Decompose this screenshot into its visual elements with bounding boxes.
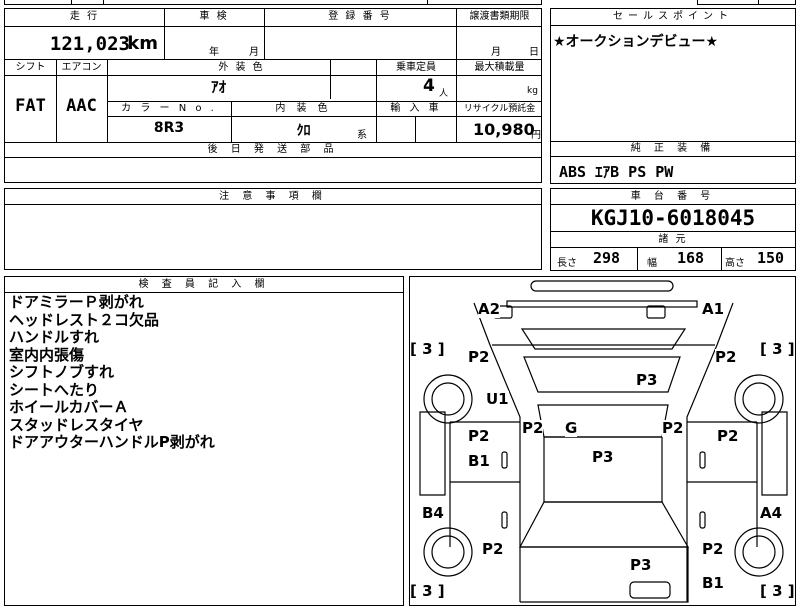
vehicle-diagram: A2 A1 [ 3 ] [ 3 ] P2 P2 P3 U1 P2 G P2 P2 B1 P3 P2 B4 A4 P… bbox=[409, 276, 796, 606]
recycle-label: リサイクル預託金 bbox=[463, 104, 536, 114]
inspection-month-unit: 月 bbox=[249, 47, 259, 58]
sales-point-box: セールスポイント ★オークションデビュー★ bbox=[550, 8, 796, 142]
deadline-day-unit: 日 bbox=[529, 47, 539, 58]
shift-value: FAT bbox=[15, 96, 46, 116]
mileage-unit: km bbox=[127, 33, 158, 54]
capacity-label: 乗車定員 bbox=[396, 62, 436, 73]
damage-mark-p3-rear: P3 bbox=[630, 556, 652, 574]
genuine-equipment-label: 純 正 装 備 bbox=[551, 142, 795, 157]
row-vehicle-info: シフト エアコン 外 装 色 乗車定員 最大積載量 FAT AAC ｱｵ 4 人… bbox=[4, 59, 542, 143]
damage-mark-b4-sill-left: B4 bbox=[422, 504, 444, 522]
damage-mark-a2-front-left: A2 bbox=[478, 300, 501, 318]
top-strip-right bbox=[697, 0, 796, 5]
damage-mark-tire-fr: [ 3 ] bbox=[760, 340, 795, 358]
max-load-label: 最大積載量 bbox=[474, 62, 525, 73]
damage-mark-p2-rear-left: P2 bbox=[482, 540, 504, 558]
inspection-year-unit: 年 bbox=[209, 47, 219, 58]
recycle-fee-value: 10,980 bbox=[473, 120, 535, 139]
damage-mark-a1-front-right: A1 bbox=[702, 300, 725, 318]
inspector-note-line: スタッドレスタイヤ bbox=[9, 415, 144, 434]
genuine-equipment-value: ABS ｴｱB PS PW bbox=[559, 163, 674, 181]
aircon-label: エアコン bbox=[61, 62, 102, 73]
inspector-label: 検 査 員 記 入 欄 bbox=[5, 277, 403, 293]
damage-mark-b1-door-left: B1 bbox=[468, 452, 490, 470]
chassis-label: 車 台 番 号 bbox=[551, 189, 795, 205]
damage-mark-p3-roof: P3 bbox=[592, 448, 614, 466]
inspector-note-line: ホイールカバーＡ bbox=[9, 398, 129, 416]
registration-label: 登 録 番 号 bbox=[328, 11, 392, 22]
inspection-label: 車 検 bbox=[199, 11, 229, 22]
mileage-value: 121,023 bbox=[49, 33, 130, 55]
damage-mark-tire-rr: [ 3 ] bbox=[760, 582, 795, 600]
inspector-box: 検 査 員 記 入 欄 ドアミラーＰ剥がれ ヘッドレスト２コ欠品 ハンドルすれ 室内内… bbox=[4, 276, 404, 606]
damage-mark-b1-rear-right: B1 bbox=[702, 574, 724, 592]
length-value: 298 bbox=[593, 249, 621, 267]
inspector-note-line: ヘッドレスト２コ欠品 bbox=[9, 310, 160, 329]
top-strip: ■ ■ ■ bbox=[4, 0, 542, 5]
damage-mark-tire-fl: [ 3 ] bbox=[410, 340, 445, 358]
sales-point-label: セールスポイント bbox=[551, 9, 795, 26]
damage-mark-u1-left: U1 bbox=[486, 390, 509, 408]
inspector-note-line: シートへたり bbox=[9, 380, 100, 399]
capacity-value: 4 bbox=[423, 76, 435, 96]
genuine-equipment-box: 純 正 装 備 ABS ｴｱB PS PW bbox=[550, 141, 796, 184]
damage-mark-g-windshield: G bbox=[565, 419, 578, 437]
damage-mark-p2-rear-right: P2 bbox=[702, 540, 724, 558]
color-no-label: カ ラ ー N o . bbox=[121, 103, 217, 114]
load-unit: kg bbox=[527, 86, 538, 96]
damage-mark-p2-door-right: P2 bbox=[717, 427, 739, 445]
color-no-value: 8R3 bbox=[153, 120, 185, 136]
aircon-value: AAC bbox=[66, 96, 97, 116]
transfer-deadline-label: 譲渡書類期限 bbox=[469, 11, 530, 22]
damage-mark-p2-pillar-right: P2 bbox=[662, 419, 684, 437]
inspector-note-line: シフトノブすれ bbox=[9, 363, 115, 381]
inspector-note-line: ドアミラーＰ剥がれ bbox=[9, 293, 144, 311]
height-value: 150 bbox=[757, 249, 785, 267]
inspector-note-line: ハンドルすれ bbox=[9, 328, 100, 346]
inspector-notes-list: ドアミラーＰ剥がれ ヘッドレスト２コ欠品 ハンドルすれ 室内内張傷 シフトノブすれ シート… bbox=[9, 293, 215, 452]
import-label: 輸 入 車 bbox=[390, 103, 442, 114]
chassis-box: 車 台 番 号 KGJ10-6018045 諸 元 長さ 298 幅 168 高… bbox=[550, 188, 796, 271]
chassis-number: KGJ10-6018045 bbox=[590, 206, 756, 230]
damage-mark-p2-pillar-left: P2 bbox=[522, 419, 544, 437]
specs-label: 諸 元 bbox=[658, 234, 688, 245]
damage-mark-a4-sill-right: A4 bbox=[760, 504, 783, 522]
damage-mark-tire-rl: [ 3 ] bbox=[410, 582, 445, 600]
row-mileage: 走 行 車 検 登 録 番 号 譲渡書類期限 121,023 km 年 月 月 … bbox=[4, 8, 542, 60]
interior-color-suffix: 系 bbox=[357, 130, 367, 141]
length-label: 長さ bbox=[557, 258, 577, 269]
inspector-note-line: ドアアウターハンドルP剥がれ bbox=[9, 433, 215, 451]
deadline-month-unit: 月 bbox=[491, 47, 501, 58]
interior-color-label: 内 装 色 bbox=[275, 103, 332, 114]
damage-mark-p3-hood: P3 bbox=[636, 371, 658, 389]
recycle-fee-unit: 円 bbox=[531, 130, 541, 141]
inspector-note-line: 室内内張傷 bbox=[9, 345, 85, 364]
mileage-label: 走 行 bbox=[69, 11, 100, 22]
width-value: 168 bbox=[677, 249, 705, 267]
later-parts-label: 後 日 発 送 部 品 bbox=[5, 143, 541, 158]
notes-label: 注 意 事 項 欄 bbox=[5, 189, 541, 205]
sales-point-text: ★オークションデビュー★ bbox=[553, 34, 719, 50]
notes-box: 注 意 事 項 欄 bbox=[4, 188, 542, 270]
exterior-color-value: ｱｵ bbox=[210, 78, 226, 96]
capacity-unit: 人 bbox=[439, 89, 449, 99]
exterior-color-label: 外 装 色 bbox=[218, 62, 265, 73]
later-parts-box: 後 日 発 送 部 品 bbox=[4, 142, 542, 183]
damage-mark-p2-door-left: P2 bbox=[468, 427, 490, 445]
damage-mark-p2-fender-left: P2 bbox=[468, 348, 490, 366]
height-label: 高さ bbox=[725, 258, 745, 269]
interior-color-value: ｸﾛ bbox=[296, 123, 311, 139]
shift-label: シフト bbox=[15, 62, 46, 73]
width-label: 幅 bbox=[647, 258, 657, 269]
damage-mark-p2-fender-right: P2 bbox=[715, 348, 737, 366]
